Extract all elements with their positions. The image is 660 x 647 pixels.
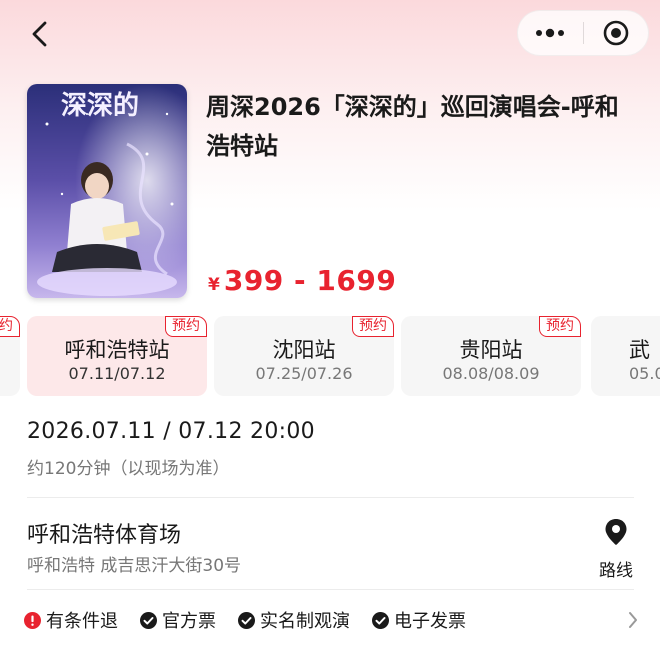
session-card-hohhot[interactable]: 呼和浩特站 07.11/07.12 预约 — [27, 316, 207, 396]
policy-label: 实名制观演 — [260, 611, 350, 632]
close-mini-program-button[interactable] — [584, 10, 649, 56]
session-badge: 预约 — [539, 316, 581, 337]
session-card-shenyang[interactable]: 沈阳站 07.25/07.26 预约 — [214, 316, 394, 396]
session-name: 沈阳站 — [272, 338, 336, 362]
route-button[interactable]: 路线 — [592, 518, 640, 581]
more-dots-icon — [536, 28, 565, 38]
price-range: ¥ 399 - 1699 — [208, 264, 396, 297]
price-currency: ¥ — [208, 275, 220, 295]
route-label: 路线 — [599, 561, 633, 581]
show-duration: 约120分钟（以现场为准） — [27, 459, 230, 479]
check-circle-icon — [372, 611, 389, 629]
session-badge: 预约 — [352, 316, 394, 337]
check-circle-icon — [238, 611, 255, 629]
location-pin-icon — [605, 519, 627, 545]
poster-title: 深深的 — [61, 90, 139, 121]
mini-program-capsule — [517, 10, 649, 56]
event-title: 周深2026「深深的」巡回演唱会-呼和浩特站 — [206, 93, 619, 160]
event-poster[interactable]: 深深的 — [27, 84, 187, 298]
policy-official: 官方票 — [140, 607, 216, 633]
nav-bar — [0, 0, 660, 70]
session-card-partial-left[interactable]: 约 — [0, 316, 20, 396]
back-button[interactable] — [20, 14, 60, 54]
session-date: 07.11/07.12 — [68, 364, 166, 383]
session-date: 07.25/07.26 — [255, 364, 353, 383]
venue-address[interactable]: 呼和浩特 成吉思汗大街30号 — [27, 551, 241, 576]
policy-label: 官方票 — [162, 611, 216, 632]
policy-label: 电子发票 — [394, 611, 466, 632]
more-button[interactable] — [518, 10, 583, 56]
session-name: 贵阳站 — [459, 338, 523, 362]
policy-label: 有条件退 — [46, 611, 118, 632]
venue-name[interactable]: 呼和浩特体育场 — [27, 517, 181, 549]
divider — [27, 497, 634, 498]
session-name: 武 — [629, 338, 650, 362]
chevron-left-icon — [32, 21, 47, 47]
session-date: 08.08/08.09 — [442, 364, 540, 383]
session-badge: 预约 — [165, 316, 207, 337]
divider — [27, 589, 634, 590]
session-name: 呼和浩特站 — [64, 338, 170, 362]
ticket-policies-row[interactable]: 有条件退 官方票 实名制观演 电子发票 — [24, 606, 639, 634]
session-date: 05.0 — [629, 364, 660, 383]
alert-circle-icon — [24, 611, 41, 629]
price-value: 399 - 1699 — [223, 264, 397, 297]
show-datetime: 2026.07.11 / 07.12 20:00 — [27, 419, 315, 444]
session-selector: 约 呼和浩特站 07.11/07.12 预约 沈阳站 07.25/07.26 预… — [0, 314, 660, 396]
policy-refund: 有条件退 — [24, 607, 118, 633]
session-card-guiyang[interactable]: 贵阳站 08.08/08.09 预约 — [401, 316, 581, 396]
policy-real-name: 实名制观演 — [238, 607, 350, 633]
target-icon — [603, 20, 629, 46]
poster-artwork: 深深的 — [27, 84, 187, 298]
check-circle-icon — [140, 611, 157, 629]
policy-e-invoice: 电子发票 — [372, 607, 466, 633]
session-card-partial-right[interactable]: 武 05.0 — [591, 316, 660, 396]
chevron-right-icon — [629, 612, 637, 628]
session-badge: 约 — [0, 316, 20, 337]
